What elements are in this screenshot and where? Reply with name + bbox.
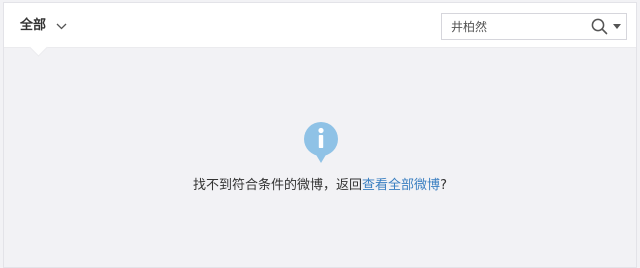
filter-dropdown[interactable]: 全部 — [20, 15, 67, 37]
feed-header: 全部 — [4, 3, 636, 48]
empty-state-suffix: ? — [440, 178, 447, 193]
view-all-posts-link[interactable]: 查看全部微博 — [362, 178, 440, 193]
feed-panel: 全部 找不到符合条件的微博，返回查看全部微博? — [3, 2, 637, 268]
empty-state-text: 找不到符合条件的微博，返回 — [193, 178, 363, 193]
search-icon[interactable] — [591, 18, 608, 35]
caret-down-icon[interactable] — [613, 24, 621, 30]
chevron-down-icon — [56, 23, 67, 29]
filter-label: 全部 — [20, 18, 47, 33]
search-input[interactable] — [442, 14, 581, 39]
empty-state-message: 找不到符合条件的微博，返回查看全部微博? — [4, 176, 636, 196]
search-box — [441, 13, 627, 40]
info-icon — [304, 122, 338, 163]
